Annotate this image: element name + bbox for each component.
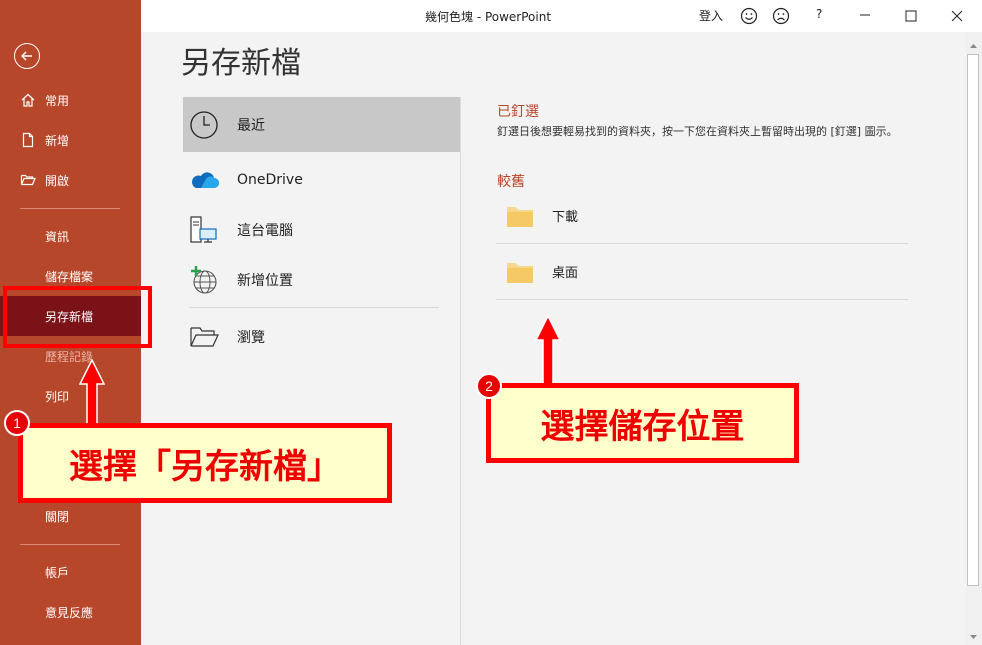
location-recent-label: 最近 — [237, 117, 265, 134]
folder-icon — [506, 260, 534, 284]
location-add-place[interactable]: 新增位置 — [183, 252, 460, 307]
onedrive-cloud-icon — [189, 165, 219, 195]
arrow-up-icon — [78, 358, 106, 430]
help-button[interactable]: ? — [816, 7, 822, 21]
location-this-pc[interactable]: 這台電腦 — [183, 202, 460, 257]
nav-feedback-label: 意見反應 — [45, 605, 94, 620]
open-folder-icon — [20, 172, 38, 188]
location-onedrive[interactable]: OneDrive — [183, 152, 460, 207]
page-title: 另存新檔 — [181, 46, 301, 81]
folder-downloads[interactable]: 下載 — [496, 188, 908, 244]
scroll-down-icon[interactable] — [965, 629, 982, 643]
arrow-up-icon — [534, 314, 562, 386]
maximize-icon[interactable] — [905, 10, 917, 25]
minimize-icon[interactable] — [859, 9, 871, 24]
home-icon — [20, 92, 38, 108]
scrollbar-thumb[interactable] — [967, 54, 979, 586]
scroll-up-icon[interactable] — [965, 38, 982, 52]
close-icon[interactable] — [951, 10, 963, 25]
folder-icon — [506, 204, 534, 228]
location-browse-label: 瀏覽 — [237, 329, 265, 346]
column-divider — [460, 97, 461, 645]
nav-open-label: 開啟 — [45, 173, 70, 188]
location-divider — [189, 307, 439, 308]
callout-step2: 選擇儲存位置 — [486, 383, 799, 463]
location-onedrive-label: OneDrive — [237, 171, 303, 188]
folder-downloads-label: 下載 — [552, 210, 579, 225]
pc-icon — [189, 215, 219, 245]
add-location-globe-icon — [189, 265, 219, 295]
callout-step1: 選擇「另存新檔」 — [18, 423, 392, 503]
nav-account-label: 帳戶 — [45, 565, 70, 580]
step1-badge: 1 — [4, 410, 30, 436]
nav-save-label: 儲存檔案 — [45, 269, 94, 284]
title-bar: 幾何色塊 - PowerPoint 登入 ? — [141, 0, 982, 32]
frown-feedback-icon[interactable] — [772, 7, 790, 28]
nav-home-label: 常用 — [45, 93, 70, 108]
sidebar-divider — [20, 208, 120, 209]
signin-link[interactable]: 登入 — [699, 7, 723, 24]
nav-open[interactable]: 開啟 — [0, 160, 141, 200]
folder-desktop-label: 桌面 — [552, 266, 579, 281]
vertical-scrollbar[interactable] — [965, 32, 982, 645]
back-button[interactable] — [14, 43, 40, 69]
browse-folder-icon — [189, 322, 219, 352]
step2-badge: 2 — [476, 373, 502, 399]
location-add-place-label: 新增位置 — [237, 272, 293, 289]
pinned-description: 釘選日後想要輕易找到的資料夾，按一下您在資料夾上暫留時出現的 [釘選] 圖示。 — [497, 125, 898, 138]
folder-desktop[interactable]: 桌面 — [496, 244, 908, 300]
nav-feedback[interactable]: 意見反應 — [0, 592, 141, 632]
sidebar-divider — [20, 544, 120, 545]
callout-step2-text: 選擇儲存位置 — [540, 406, 745, 447]
smile-feedback-icon[interactable] — [740, 7, 758, 28]
nav-new[interactable]: 新增 — [0, 120, 141, 160]
new-file-icon — [20, 132, 38, 148]
location-this-pc-label: 這台電腦 — [237, 222, 293, 239]
nav-new-label: 新增 — [45, 133, 70, 148]
window-title: 幾何色塊 - PowerPoint — [425, 10, 552, 24]
nav-home[interactable]: 常用 — [0, 80, 141, 120]
nav-info[interactable]: 資訊 — [0, 216, 141, 256]
location-browse[interactable]: 瀏覽 — [183, 309, 460, 364]
clock-icon — [189, 110, 219, 140]
nav-print-label: 列印 — [45, 389, 70, 404]
back-arrow-icon — [20, 51, 32, 61]
nav-account[interactable]: 帳戶 — [0, 552, 141, 592]
location-recent[interactable]: 最近 — [183, 97, 460, 152]
pinned-section-title: 已釘選 — [497, 104, 539, 120]
nav-info-label: 資訊 — [45, 229, 70, 244]
highlight-save-as-frame — [3, 286, 152, 348]
callout-step1-text: 選擇「另存新檔」 — [69, 446, 341, 487]
nav-close-label: 關閉 — [45, 509, 70, 524]
